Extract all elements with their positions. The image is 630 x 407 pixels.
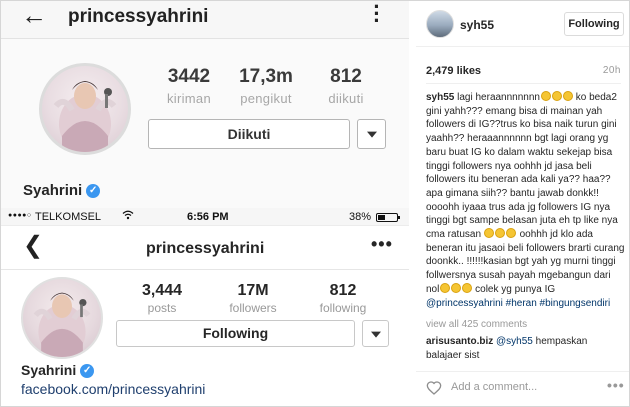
following-button[interactable]: Diikuti [148, 119, 350, 149]
phone-status-bar: ●●●●○ TELKOMSEL 6:56 PM 38% [1, 208, 409, 226]
more-options-icon[interactable]: ••• [371, 234, 393, 255]
emoji-icon [551, 91, 562, 101]
profile-username: princessyahrini [146, 240, 265, 257]
more-options-icon[interactable]: · · · [372, 1, 382, 32]
stat-posts[interactable]: 3442 kiriman [149, 66, 229, 106]
clock: 6:56 PM [187, 211, 229, 223]
author-avatar[interactable] [426, 10, 454, 38]
following-button[interactable]: Following [116, 320, 355, 347]
more-options-icon[interactable]: ••• [607, 377, 625, 393]
wifi-icon [122, 210, 134, 223]
stat-value: 17M [237, 282, 269, 299]
comment-bar: Add a comment... ••• [416, 371, 629, 406]
caption-mention-link[interactable]: @princessyahrini [426, 298, 503, 309]
profile-header-bar: ❮ princessyahrini ••• [1, 226, 409, 270]
following-button[interactable]: Following [564, 12, 624, 36]
stat-label: kiriman [167, 91, 211, 106]
emoji-icon [495, 228, 506, 239]
stat-followers[interactable]: 17,3m pengikut [226, 66, 306, 106]
emoji-icon [540, 91, 551, 101]
post-header: syh55 Following [416, 1, 629, 47]
emoji-icon [562, 91, 573, 101]
stat-following[interactable]: 812 diikuti [306, 66, 386, 106]
emoji-icon [484, 228, 495, 239]
author-username[interactable]: syh55 [460, 18, 494, 32]
stat-value: 812 [329, 282, 357, 299]
stat-posts[interactable]: 3,444 posts [122, 282, 202, 315]
stat-label: diikuti [328, 91, 364, 106]
stat-value: 17,3m [239, 66, 293, 87]
profile-avatar [39, 63, 131, 155]
stat-label: pengikut [240, 91, 292, 106]
profile-screenshot-old: ← princessyahrini · · · 3442 kiriman 17,3m… [1, 1, 409, 208]
stat-value: 3442 [167, 66, 211, 87]
profile-display-name: Syahrini ✓ [23, 182, 101, 199]
view-all-comments-link[interactable]: view all 425 comments [426, 319, 527, 330]
signal-strength-icon: ●●●●○ [8, 212, 32, 219]
heart-icon[interactable] [426, 380, 442, 396]
back-chevron-icon[interactable]: ❮ [23, 233, 43, 259]
stat-followers[interactable]: 17M followers [213, 282, 293, 315]
caption-text-4: colek yg punya IG [475, 283, 556, 295]
emoji-icon [439, 282, 450, 293]
verified-badge-icon: ✓ [80, 364, 95, 379]
profile-screenshot-new: ❮ princessyahrini ••• 3,444 posts 17M fo… [1, 226, 409, 406]
comment-mention-link[interactable]: @syh55 [496, 336, 533, 347]
comment-author[interactable]: arisusanto.biz [426, 336, 493, 347]
caption-hashtags[interactable]: #heran #bingungsendiri [506, 298, 611, 309]
caption-text-2: ko beda2 gini yahh??? emang bisa di main… [426, 92, 618, 241]
divider [426, 83, 621, 84]
display-name-text: Syahrini [23, 182, 83, 199]
battery-percent: 38% [349, 211, 372, 223]
stat-following[interactable]: 812 following [303, 282, 383, 315]
carrier-name: TELKOMSEL [35, 211, 102, 223]
like-count[interactable]: 2,479 likes [426, 65, 481, 77]
stat-value: 3,444 [141, 282, 183, 299]
profile-website-link[interactable]: facebook.com/princessyahrini [21, 381, 205, 397]
caption-author[interactable]: syh55 [426, 92, 454, 103]
profile-header-bar: ← princessyahrini · · · [1, 1, 409, 39]
profile-username: princessyahrini [68, 6, 209, 27]
comment: arisusanto.biz @syh55 hempaskan balajaer… [426, 335, 624, 362]
post-caption: syh55 lagi heraannnnnnn ko beda2 gini ya… [426, 91, 626, 310]
post-timestamp[interactable]: 20h [603, 65, 621, 76]
stat-value: 812 [330, 66, 362, 87]
verified-badge-icon: ✓ [86, 184, 101, 199]
emoji-icon [450, 282, 461, 293]
add-comment-input[interactable]: Add a comment... [451, 381, 537, 393]
caption-text-1: lagi heraannnnnnn [457, 92, 540, 103]
suggestions-dropdown-button[interactable] [362, 320, 389, 347]
chevron-down-icon [370, 331, 381, 338]
avatar-photo-icon [33, 292, 91, 357]
battery-icon [376, 213, 400, 222]
suggestions-dropdown-button[interactable] [357, 119, 386, 149]
stat-label: followers [229, 301, 277, 315]
post-image: ← princessyahrini · · · 3442 kiriman 17,3m… [1, 1, 409, 406]
profile-avatar [21, 277, 103, 359]
stat-label: following [319, 301, 367, 315]
chevron-down-icon [366, 131, 377, 138]
stat-label: posts [147, 301, 177, 315]
emoji-icon [506, 228, 517, 239]
emoji-icon [461, 282, 472, 293]
profile-display-name: Syahrini ✓ [21, 362, 95, 379]
display-name-text: Syahrini [21, 362, 77, 378]
avatar-photo-icon [53, 81, 117, 152]
back-arrow-icon[interactable]: ← [21, 1, 47, 29]
post-sidebar: syh55 Following 2,479 likes 20h syh55 la… [416, 1, 629, 406]
